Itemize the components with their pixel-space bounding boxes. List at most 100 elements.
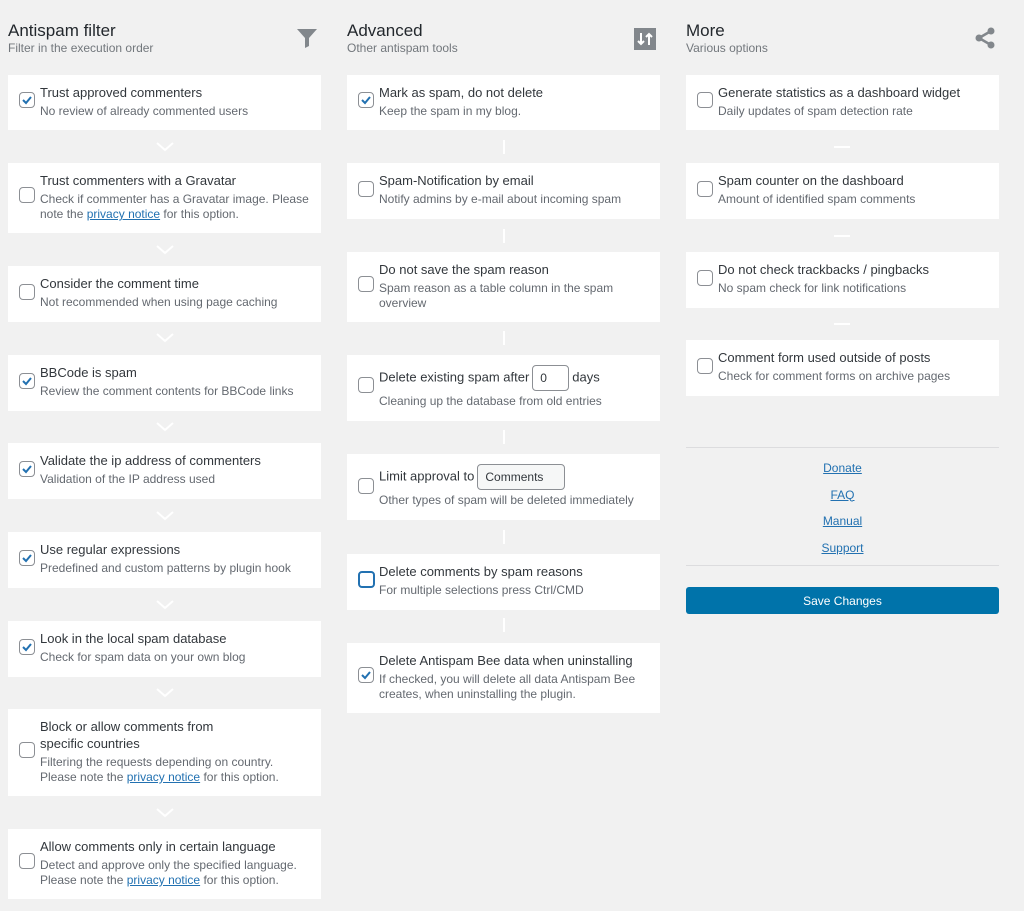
checkbox-checked[interactable] [358, 92, 374, 108]
checkbox-checked[interactable] [19, 639, 35, 655]
option-desc: Keep the spam in my blog. [379, 104, 522, 118]
checkbox[interactable] [19, 187, 35, 203]
option-trust-gravatar[interactable]: Trust commenters with a Gravatar Check i… [8, 163, 321, 233]
checkbox-checked[interactable] [19, 373, 35, 389]
option-label: Comment form used outside of posts [718, 350, 931, 365]
option-desc: Cleaning up the database from old entrie… [379, 394, 602, 408]
checkbox[interactable] [19, 742, 35, 758]
option-label: Consider the comment time [40, 276, 199, 291]
checkbox[interactable] [358, 276, 374, 292]
option-label: Trust approved commenters [40, 85, 203, 100]
option-desc: Review the comment contents for BBCode l… [40, 384, 294, 398]
column-header: Antispam filter Filter in the execution … [8, 0, 321, 75]
connector [503, 530, 505, 544]
option-no-trackbacks[interactable]: Do not check trackbacks / pingbacks No s… [686, 252, 999, 308]
option-label: Delete comments by spam reasons [379, 564, 583, 579]
option-label: Do not check trackbacks / pingbacks [718, 262, 929, 277]
column-title: More [686, 21, 725, 40]
chevron-down-icon [156, 600, 174, 610]
option-comment-time[interactable]: Consider the comment time Not recommende… [8, 266, 321, 322]
option-regex[interactable]: Use regular expressions Predefined and c… [8, 532, 321, 588]
option-label: Validate the ip address of commenters [40, 453, 261, 468]
checkbox[interactable] [19, 284, 35, 300]
option-desc: Check if commenter has a Gravatar image.… [40, 192, 309, 221]
help-links: Donate FAQ Manual Support [686, 447, 999, 566]
connector [834, 235, 850, 237]
option-desc: Not recommended when using page caching [40, 295, 278, 309]
checkbox[interactable] [697, 270, 713, 286]
option-label: Allow comments only in certain language [40, 839, 276, 854]
option-label: Do not save the spam reason [379, 262, 549, 277]
checkbox[interactable] [697, 92, 713, 108]
sort-icon [634, 28, 656, 50]
option-desc: Predefined and custom patterns by plugin… [40, 561, 291, 575]
option-trust-approved[interactable]: Trust approved commenters No review of a… [8, 75, 321, 130]
donate-link[interactable]: Donate [686, 455, 999, 482]
connector [503, 229, 505, 243]
option-validate-ip[interactable]: Validate the ip address of commenters Va… [8, 443, 321, 499]
option-desc: Filtering the requests depending on coun… [40, 755, 279, 784]
option-delete-data-uninstall[interactable]: Delete Antispam Bee data when uninstalli… [347, 643, 660, 713]
option-label: Delete existing spam after 0 days [379, 365, 648, 391]
checkbox[interactable] [358, 377, 374, 393]
days-input[interactable]: 0 [532, 365, 570, 391]
connector [503, 331, 505, 345]
checkbox-focused[interactable] [358, 571, 375, 588]
chevron-down-icon [156, 511, 174, 521]
checkbox-checked[interactable] [358, 667, 374, 683]
save-changes-button[interactable]: Save Changes [686, 587, 999, 614]
privacy-notice-link[interactable]: privacy notice [127, 770, 200, 784]
share-icon [975, 27, 995, 49]
option-dashboard-widget[interactable]: Generate statistics as a dashboard widge… [686, 75, 999, 130]
manual-link[interactable]: Manual [686, 508, 999, 535]
column-title: Antispam filter [8, 21, 116, 40]
option-desc: Check for comment forms on archive pages [718, 369, 951, 383]
checkbox-checked[interactable] [19, 461, 35, 477]
connector [834, 323, 850, 325]
option-label: Spam-Notification by email [379, 173, 534, 188]
connector [503, 140, 505, 154]
option-label: Look in the local spam database [40, 631, 227, 646]
option-spam-counter[interactable]: Spam counter on the dashboard Amount of … [686, 163, 999, 219]
option-label: Spam counter on the dashboard [718, 173, 904, 188]
checkbox[interactable] [358, 181, 374, 197]
chevron-down-icon [156, 142, 174, 152]
option-label: Block or allow comments from specific co… [40, 719, 214, 751]
option-local-db[interactable]: Look in the local spam database Check fo… [8, 621, 321, 677]
option-desc: No review of already commented users [40, 104, 249, 118]
checkbox-checked[interactable] [19, 92, 35, 108]
column-subtitle: Other antispam tools [347, 41, 458, 55]
checkbox-checked[interactable] [19, 550, 35, 566]
option-bbcode[interactable]: BBCode is spam Review the comment conten… [8, 355, 321, 411]
option-desc: Notify admins by e-mail about incoming s… [379, 192, 622, 206]
option-language[interactable]: Allow comments only in certain language … [8, 829, 321, 899]
option-mark-spam[interactable]: Mark as spam, do not delete Keep the spa… [347, 75, 660, 130]
option-label: Limit approval to Comments [379, 464, 648, 490]
connector [503, 618, 505, 632]
option-limit-approval[interactable]: Limit approval to Comments Other types of… [347, 454, 660, 520]
option-label: BBCode is spam [40, 365, 137, 380]
limit-approval-select[interactable]: Comments [477, 464, 566, 490]
checkbox[interactable] [19, 853, 35, 869]
filter-icon [297, 29, 317, 48]
option-spam-notification[interactable]: Spam-Notification by email Notify admins… [347, 163, 660, 219]
advanced-column: Advanced Other antispam tools Mark as sp… [347, 0, 660, 713]
checkbox[interactable] [358, 478, 374, 494]
option-label: Use regular expressions [40, 542, 181, 557]
privacy-notice-link[interactable]: privacy notice [127, 873, 200, 887]
faq-link[interactable]: FAQ [686, 482, 999, 509]
column-title: Advanced [347, 21, 423, 40]
option-comment-form-outside[interactable]: Comment form used outside of posts Check… [686, 340, 999, 396]
privacy-notice-link[interactable]: privacy notice [87, 207, 160, 221]
support-link[interactable]: Support [686, 535, 999, 562]
option-delete-existing[interactable]: Delete existing spam after 0 days Cleaning… [347, 355, 660, 421]
option-desc: Other types of spam will be deleted imme… [379, 493, 634, 507]
option-desc: Validation of the IP address used [40, 472, 216, 486]
option-countries[interactable]: Block or allow comments from specific co… [8, 709, 321, 796]
option-label: Trust commenters with a Gravatar [40, 173, 237, 188]
checkbox[interactable] [697, 358, 713, 374]
option-no-spam-reason[interactable]: Do not save the spam reason Spam reason … [347, 252, 660, 322]
option-label: Mark as spam, do not delete [379, 85, 544, 100]
option-delete-by-reason[interactable]: Delete comments by spam reasons For mult… [347, 554, 660, 610]
checkbox[interactable] [697, 181, 713, 197]
